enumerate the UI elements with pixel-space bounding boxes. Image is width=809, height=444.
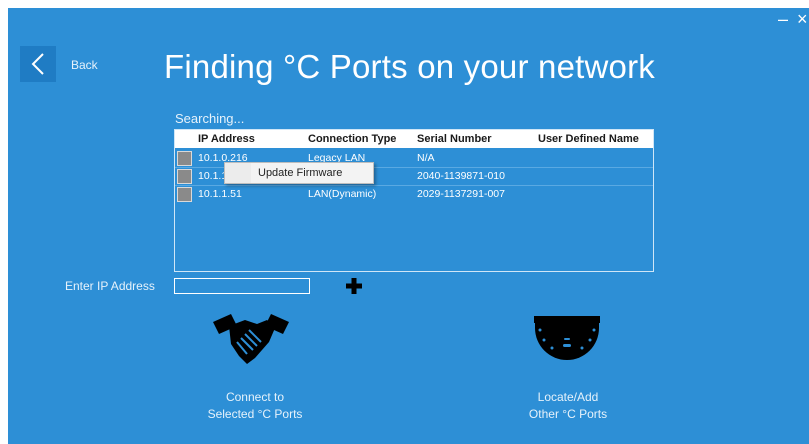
- column-header-connection[interactable]: Connection Type: [308, 133, 396, 145]
- table-row[interactable]: 10.1.1.51 LAN(Dynamic) 2029-1137291-007: [175, 186, 653, 203]
- locate-line-1: Locate/Add: [537, 390, 599, 404]
- add-icon[interactable]: [345, 277, 363, 295]
- cell-connection: LAN(Dynamic): [308, 188, 377, 200]
- context-menu-gutter: [225, 163, 251, 183]
- connect-ports-label[interactable]: Connect to Selected °C Ports: [180, 389, 330, 423]
- column-header-ip[interactable]: IP Address: [198, 133, 255, 145]
- row-checkbox[interactable]: [177, 187, 192, 202]
- search-status: Searching...: [175, 111, 245, 126]
- connect-line-1: Connect to: [225, 390, 285, 404]
- cell-ip: 10.1.1.51: [198, 188, 242, 200]
- grid-header: IP Address Connection Type Serial Number…: [175, 130, 653, 148]
- app-window: – × Back Finding °C Ports on your networ…: [8, 8, 809, 444]
- row-checkbox[interactable]: [177, 169, 192, 184]
- minimize-button[interactable]: –: [778, 10, 788, 28]
- cell-serial: 2029-1137291-007: [417, 188, 505, 200]
- column-header-serial[interactable]: Serial Number: [417, 133, 492, 145]
- locate-line-2: Other °C Ports: [528, 407, 608, 421]
- close-button[interactable]: ×: [797, 10, 808, 28]
- locate-ports-label[interactable]: Locate/Add Other °C Ports: [493, 389, 643, 423]
- column-header-name[interactable]: User Defined Name: [538, 133, 639, 145]
- port-device-icon[interactable]: [534, 314, 600, 362]
- cell-serial: N/A: [417, 152, 435, 164]
- context-menu: Update Firmware: [224, 162, 374, 184]
- ip-address-input[interactable]: [174, 278, 310, 294]
- ports-grid[interactable]: IP Address Connection Type Serial Number…: [174, 129, 654, 272]
- chevron-left-icon: [31, 53, 44, 75]
- ip-address-label: Enter IP Address: [65, 279, 155, 293]
- cell-serial: 2040-1139871-010: [417, 170, 505, 182]
- back-label[interactable]: Back: [71, 58, 98, 72]
- update-firmware-menu-item[interactable]: Update Firmware: [258, 167, 342, 179]
- page-title: Finding °C Ports on your network: [164, 48, 655, 85]
- row-checkbox[interactable]: [177, 151, 192, 166]
- back-button[interactable]: [20, 46, 56, 82]
- cell-ip: 10.1.1: [198, 170, 228, 182]
- connect-line-2: Selected °C Ports: [207, 407, 303, 421]
- handshake-icon[interactable]: [211, 310, 291, 368]
